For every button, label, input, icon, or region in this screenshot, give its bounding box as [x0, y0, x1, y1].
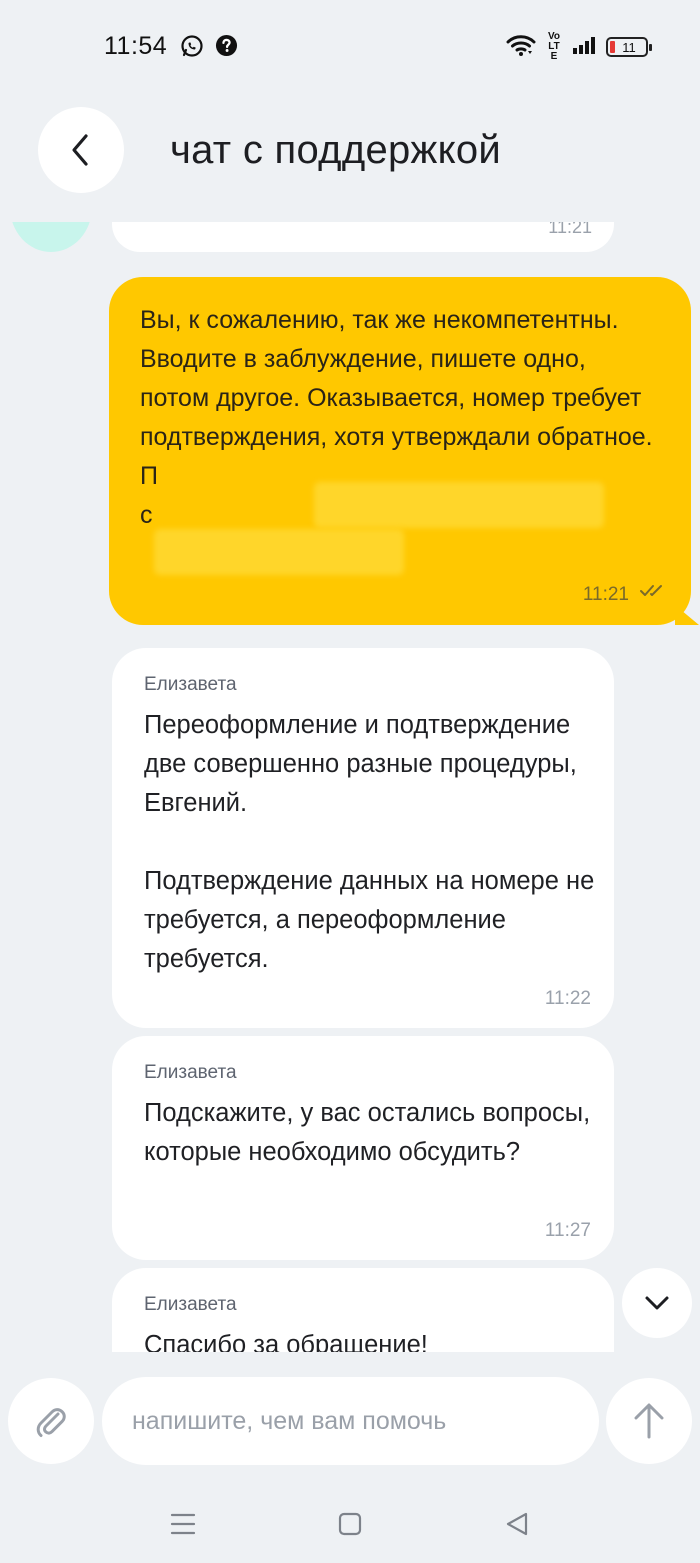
paperclip-icon [36, 1408, 66, 1437]
volte-badge: Vo LTE [547, 31, 561, 62]
whatsapp-icon [180, 34, 204, 63]
message-text: Спасибо за обращение! [144, 1331, 428, 1352]
chat-messages[interactable]: 11:21 Вы, к сожалению, так же некомпетен… [0, 222, 700, 1352]
double-check-icon [639, 584, 667, 603]
status-time: 11:54 [104, 32, 168, 60]
signal-icon [572, 35, 596, 60]
message-bubble-outgoing[interactable]: Вы, к сожалению, так же некомпетентны. В… [109, 277, 699, 625]
arrow-up-icon [634, 1403, 664, 1439]
message-bubble-incoming[interactable]: Елизавета Подскажите, у вас остались воп… [112, 1036, 614, 1260]
message-sender: Елизавета [144, 1294, 237, 1315]
message-time: 11:22 [544, 988, 591, 1009]
bubble-tail [675, 605, 699, 625]
message-bubble-incoming[interactable]: Елизавета Переоформление и подтверждение… [112, 648, 614, 1028]
send-button[interactable] [606, 1378, 692, 1464]
message-text: Переоформление и подтверждение две совер… [144, 711, 595, 973]
home-square-icon[interactable] [330, 1504, 370, 1544]
menu-icon[interactable] [163, 1504, 203, 1544]
wifi-icon [506, 33, 536, 62]
message-sender: Елизавета [144, 1062, 237, 1083]
back-button[interactable] [38, 107, 124, 193]
battery-icon: 11 [606, 37, 652, 57]
page-title: чат с поддержкой [170, 128, 502, 172]
message-sender: Елизавета [144, 674, 237, 695]
message-bubble-incoming[interactable]: Елизавета Спасибо за обращение! [112, 1268, 614, 1352]
message-time: 11:27 [544, 1220, 591, 1241]
attach-button[interactable] [8, 1378, 94, 1464]
scroll-down-button[interactable] [622, 1268, 692, 1338]
redacted-area [314, 482, 604, 528]
chevron-left-icon [72, 134, 88, 166]
status-bar: 11:54 Vo LTE 11 [0, 0, 700, 95]
help-icon [215, 34, 238, 62]
system-nav-bar [0, 1488, 700, 1563]
redacted-area [154, 529, 404, 575]
avatar [10, 222, 92, 252]
chevron-down-icon [645, 1296, 669, 1310]
message-time: 11:21 [582, 584, 629, 605]
message-time: 11:21 [548, 222, 592, 237]
message-bubble-incoming: 11:21 [112, 222, 614, 252]
message-input[interactable] [102, 1377, 599, 1465]
battery-level: 11 [622, 39, 636, 55]
back-triangle-icon[interactable] [497, 1504, 537, 1544]
message-text: Подскажите, у вас остались вопросы, кото… [144, 1099, 591, 1166]
